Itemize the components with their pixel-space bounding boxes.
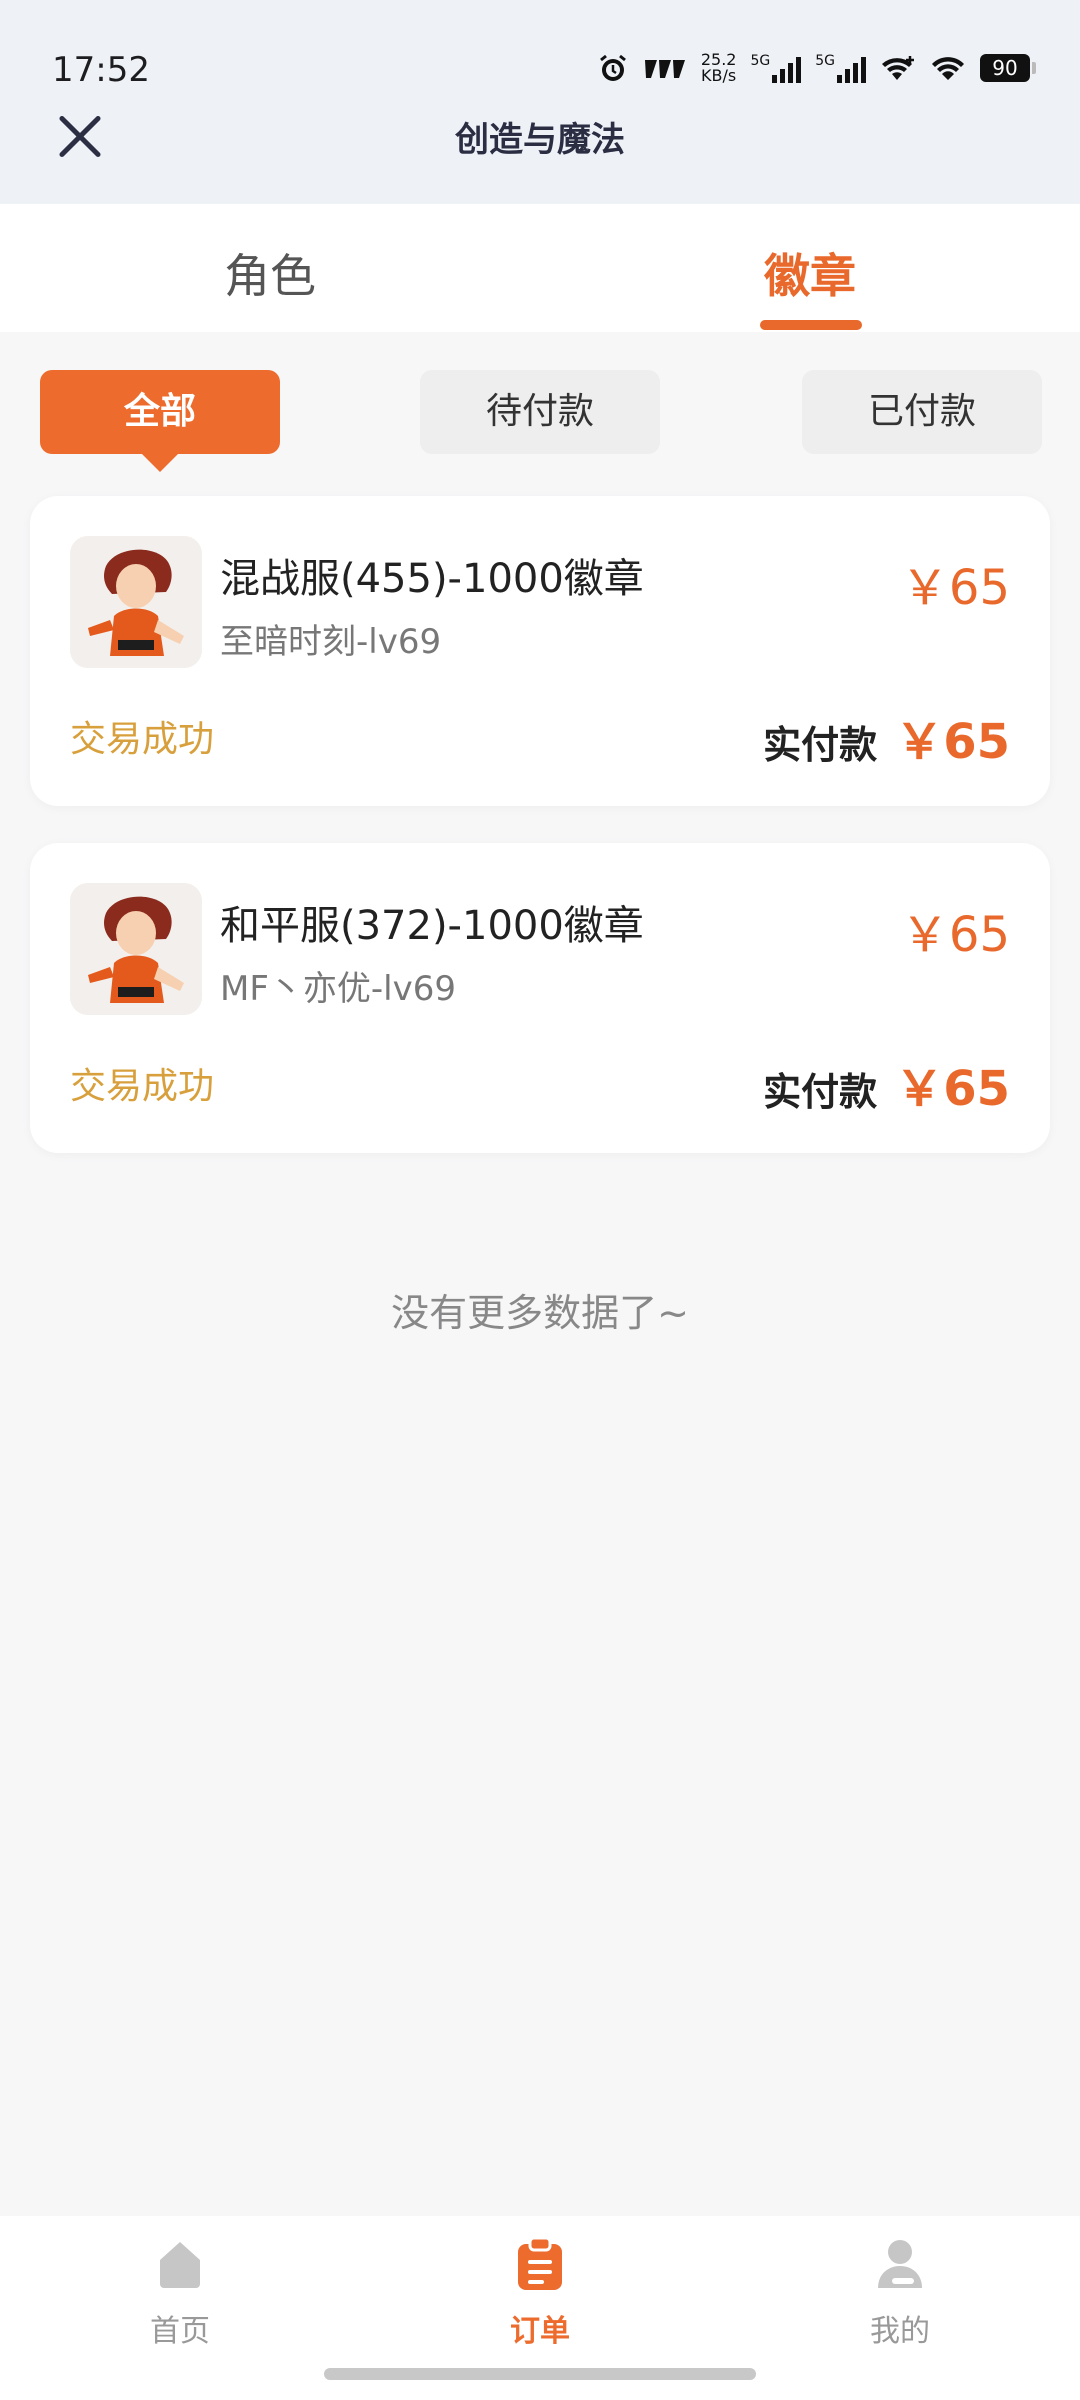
signal-1: 5G (750, 53, 802, 83)
nav-home[interactable]: 首页 (70, 2234, 290, 2350)
order-status: 交易成功 (70, 1066, 215, 1107)
nav-home-label: 首页 (150, 2314, 210, 2349)
nav-orders[interactable]: 订单 (430, 2234, 650, 2350)
tab-indicator (760, 320, 862, 330)
signal-icon (837, 53, 866, 83)
no-more-data-hint: 没有更多数据了~ (391, 1291, 689, 1335)
page-title: 创造与魔法 (455, 120, 625, 160)
product-avatar (70, 883, 202, 1015)
home-indicator[interactable] (324, 2368, 756, 2380)
filter-pending-payment[interactable]: 待付款 (420, 370, 660, 454)
nav-profile-label: 我的 (870, 2314, 930, 2349)
order-price: ￥65 (900, 560, 1010, 616)
battery-icon: 90 (980, 54, 1036, 82)
status-icons: 25.2 KB/s 5G 5G 90 (597, 50, 1036, 85)
status-time: 17:52 (52, 50, 150, 90)
order-card[interactable]: 混战服(455)-1000徽章 至暗时刻-lv69 ￥65 交易成功 实付款 ￥… (30, 496, 1050, 806)
filter-paid[interactable]: 已付款 (802, 370, 1042, 454)
paid-value: ￥65 (895, 714, 1010, 770)
profile-icon (878, 2240, 922, 2288)
filter-all[interactable]: 全部 (40, 370, 280, 472)
wifi-plus-icon (882, 56, 914, 80)
paid-label: 实付款 (763, 723, 878, 767)
alarm-icon (599, 54, 626, 81)
product-avatar (70, 536, 202, 668)
tab-badge[interactable]: 徽章 (660, 240, 960, 306)
home-icon (160, 2242, 200, 2288)
net-speed: 25.2 KB/s (700, 50, 737, 85)
order-item-role: MF丶亦优-lv69 (220, 969, 456, 1009)
signal-2: 5G (815, 53, 866, 83)
tab-role[interactable]: 角色 (120, 240, 420, 306)
paid-label: 实付款 (763, 1070, 878, 1114)
carrier-logo-icon (644, 60, 685, 78)
order-paid-amount: 实付款 ￥65 (763, 1049, 1010, 1119)
top-bar: 17:52 25.2 KB/s 5G 5G 90 创造与魔法 (0, 0, 1080, 204)
order-status: 交易成功 (70, 719, 215, 760)
nav-profile[interactable]: 我的 (790, 2234, 1010, 2350)
signal-icon (772, 53, 802, 83)
order-price: ￥65 (900, 907, 1010, 963)
paid-value: ￥65 (895, 1061, 1010, 1117)
character-image (70, 883, 202, 1015)
order-item-name: 混战服(455)-1000徽章 (220, 556, 644, 602)
order-icon (518, 2236, 562, 2290)
category-tabs: 角色 徽章 (0, 204, 1080, 332)
order-item-name: 和平服(372)-1000徽章 (220, 903, 644, 949)
order-card[interactable]: 和平服(372)-1000徽章 MF丶亦优-lv69 ￥65 交易成功 实付款 … (30, 843, 1050, 1153)
character-image (70, 536, 202, 668)
nav-orders-label: 订单 (510, 2314, 570, 2349)
wifi-icon (932, 57, 964, 80)
order-paid-amount: 实付款 ￥65 (763, 702, 1010, 772)
order-item-role: 至暗时刻-lv69 (220, 622, 442, 662)
